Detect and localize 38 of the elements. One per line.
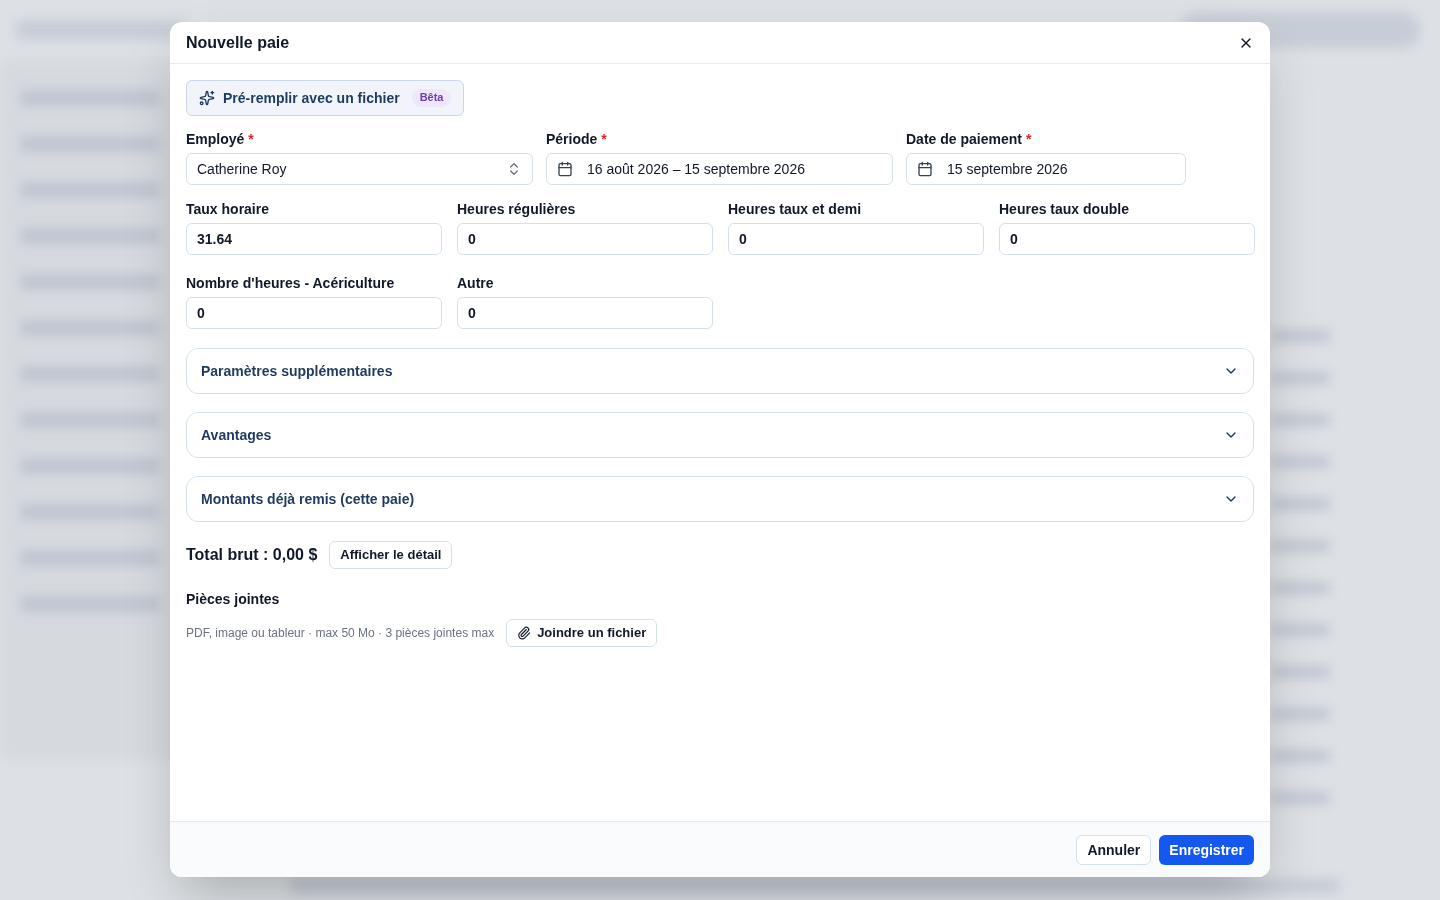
date-picker[interactable]: 15 septembre 2026	[906, 153, 1186, 185]
number-input[interactable]: 0	[457, 297, 713, 329]
show-detail-button[interactable]: Afficher le détail	[329, 541, 453, 569]
date-picker[interactable]: 16 août 2026 – 15 septembre 2026	[546, 153, 893, 185]
collapsible-section[interactable]: Avantages	[186, 412, 1254, 458]
paperclip-icon	[517, 626, 532, 640]
number-input[interactable]: 31.64	[186, 223, 442, 255]
field-label: Heures taux et demi	[728, 200, 862, 219]
field-label: Heures taux double	[999, 200, 1129, 219]
attachments-title: Pièces jointes	[186, 590, 281, 609]
field-label: Heures régulières	[457, 200, 576, 219]
field-label: Période	[546, 130, 598, 149]
required-asterisk: *	[1025, 130, 1032, 149]
collapsible-section[interactable]: Montants déjà remis (cette paie)	[186, 476, 1254, 522]
calendar-icon	[917, 161, 933, 177]
sparkles-icon	[199, 90, 215, 106]
employee-select[interactable]: Catherine Roy	[186, 153, 533, 185]
field-label: Date de paiement	[906, 130, 1022, 149]
calendar-icon	[557, 161, 573, 177]
field-label: Taux horaire	[186, 200, 269, 219]
field-label: Employé	[186, 130, 245, 149]
required-asterisk: *	[248, 130, 254, 149]
field-label: Autre	[457, 274, 494, 293]
number-input[interactable]: 0	[728, 223, 984, 255]
prefill-button[interactable]: Pré-remplir avec un fichier Bêta	[186, 80, 465, 116]
beta-badge: Bêta	[411, 89, 452, 107]
cancel-button[interactable]: Annuler	[1076, 834, 1152, 865]
gross-total: Total brut : 0,00 $	[186, 545, 318, 565]
dialog-title: Nouvelle paie	[186, 32, 290, 53]
field-label: Nombre d'heures - Acériculture	[186, 274, 395, 293]
attach-file-button[interactable]: Joindre un fichier	[506, 619, 658, 647]
collapsible-section[interactable]: Paramètres supplémentaires	[186, 348, 1254, 394]
required-asterisk: *	[601, 130, 607, 149]
number-input[interactable]: 0	[999, 223, 1255, 255]
number-input[interactable]: 0	[457, 223, 713, 255]
save-button[interactable]: Enregistrer	[1159, 834, 1254, 865]
number-input[interactable]: 0	[186, 297, 442, 329]
attachments-hint: PDF, image ou tableur · max 50 Mo · 3 pièces jointes max	[186, 625, 495, 641]
